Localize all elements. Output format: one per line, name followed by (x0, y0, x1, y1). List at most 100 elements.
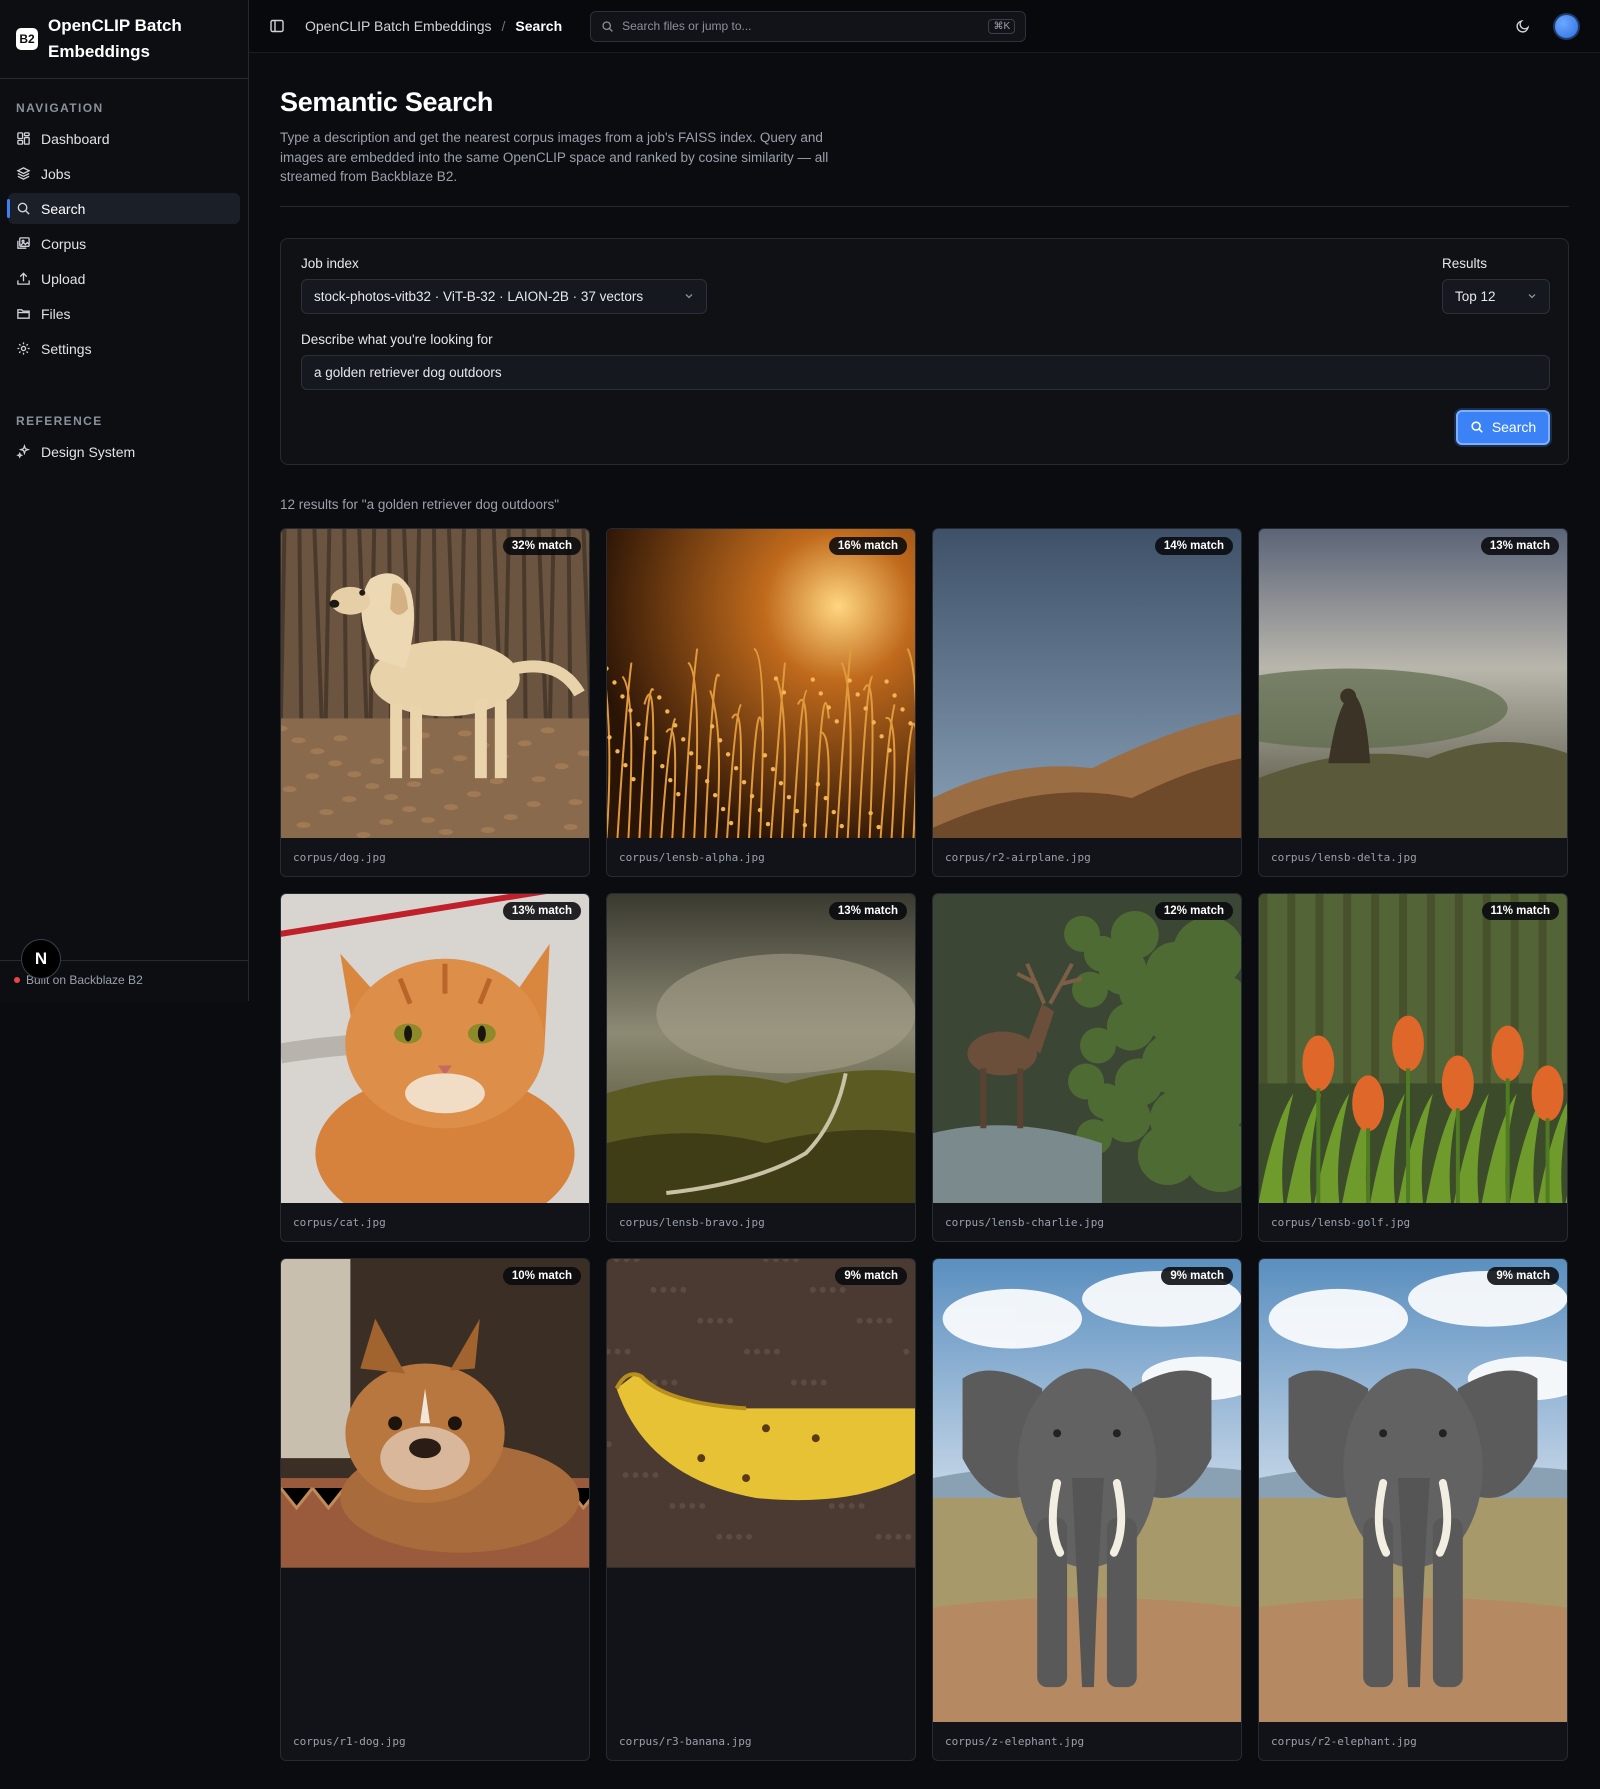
brand[interactable]: B2 OpenCLIP Batch Embeddings (0, 0, 248, 79)
result-filename: corpus/r3-banana.jpg (619, 1734, 752, 1748)
job-index-value: stock-photos-vitb32 · ViT-B-32 · LAION-2… (314, 288, 644, 304)
match-badge: 9% match (1161, 1266, 1233, 1285)
command-search-placeholder: Search files or jump to... (622, 19, 752, 33)
match-badge: 13% match (1480, 536, 1559, 555)
layers-icon (16, 167, 31, 180)
result-card[interactable]: 10% match corpus/r1-dog.jpg (280, 1257, 590, 1761)
results-select[interactable]: Top 12 (1442, 278, 1550, 314)
result-card[interactable]: 13% match corpus/lensb-bravo.jpg (606, 892, 916, 1242)
sidebar-item-upload[interactable]: Upload (8, 263, 240, 294)
results-label: Results (1442, 255, 1488, 271)
search-icon (17, 202, 30, 215)
chevron-down-icon (685, 294, 693, 299)
match-badge: 12% match (1154, 901, 1233, 920)
breadcrumb-root[interactable]: OpenCLIP Batch Embeddings (305, 18, 492, 34)
status-dot (14, 977, 20, 983)
query-input[interactable] (301, 354, 1550, 390)
dev-tools-badge[interactable]: N (21, 939, 61, 979)
images-icon (17, 237, 30, 249)
result-card[interactable]: 13% match corpus/cat.jpg (280, 892, 590, 1242)
result-filename: corpus/r1-dog.jpg (293, 1734, 406, 1748)
result-image (607, 893, 915, 1203)
result-card[interactable]: 13% match corpus/lensb-delta.jpg (1258, 527, 1568, 877)
results-value: Top 12 (1455, 288, 1496, 304)
search-button-label: Search (1491, 419, 1537, 435)
folder-icon (17, 309, 30, 319)
result-filename: corpus/lensb-bravo.jpg (619, 1215, 765, 1229)
result-card[interactable]: 12% match corpus/lensb-charlie.jpg (932, 892, 1242, 1242)
result-card[interactable]: 9% match corpus/r3-banana.jpg (606, 1257, 916, 1761)
sidebar-item-label: Jobs (41, 165, 71, 182)
result-filename: corpus/r2-airplane.jpg (945, 850, 1091, 864)
result-card[interactable]: 9% match corpus/z-elephant.jpg (932, 1257, 1242, 1761)
sidebar-item-label: Corpus (41, 235, 87, 252)
brand-logo: B2 (16, 28, 38, 50)
search-button[interactable]: Search (1456, 409, 1550, 445)
sidebar: B2 OpenCLIP Batch Embeddings NAVIGATION … (0, 0, 249, 1001)
result-image (1259, 528, 1567, 838)
result-card[interactable]: 9% match corpus/r2-elephant.jpg (1258, 1257, 1568, 1761)
result-card[interactable]: 14% match corpus/r2-airplane.jpg (932, 527, 1242, 877)
result-filename: corpus/z-elephant.jpg (945, 1734, 1085, 1748)
sidebar-item-label: Search (41, 200, 86, 217)
match-badge: 13% match (502, 901, 581, 920)
sidebar-item-jobs[interactable]: Jobs (8, 158, 240, 189)
topbar: OpenCLIP Batch Embeddings / Search Searc… (249, 0, 1600, 53)
breadcrumb: OpenCLIP Batch Embeddings / Search (305, 18, 562, 34)
avatar[interactable] (1553, 12, 1580, 40)
results-grid: 32% match corpus/dog.jpg 16% match corpu… (280, 527, 1569, 1777)
moon-icon[interactable] (1515, 18, 1531, 34)
result-card[interactable]: 11% match corpus/lensb-golf.jpg (1258, 892, 1568, 1242)
gear-icon (17, 342, 30, 355)
match-badge: 32% match (502, 536, 581, 555)
result-filename: corpus/lensb-charlie.jpg (945, 1215, 1104, 1229)
match-badge: 11% match (1481, 901, 1559, 920)
result-image (933, 893, 1241, 1203)
sidebar-item-search[interactable]: Search (7, 193, 240, 224)
sidebar-item-label: Design System (41, 443, 136, 460)
match-badge: 16% match (828, 536, 907, 555)
results-count: 12 results for "a golden retriever dog o… (280, 496, 559, 512)
sidebar-item-files[interactable]: Files (8, 298, 240, 329)
breadcrumb-separator: / (501, 18, 506, 34)
result-image (281, 528, 589, 838)
sidebar-item-design-system[interactable]: Design System (8, 436, 240, 467)
result-card[interactable]: 32% match corpus/dog.jpg (280, 527, 590, 877)
sidebar-item-label: Settings (41, 340, 92, 357)
sidebar-item-label: Files (41, 305, 71, 322)
upload-icon (17, 272, 30, 285)
reference-heading: REFERENCE (16, 414, 103, 428)
result-image (1259, 1258, 1567, 1722)
job-index-select[interactable]: stock-photos-vitb32 · ViT-B-32 · LAION-2… (301, 278, 707, 314)
search-form: Job index stock-photos-vitb32 · ViT-B-32… (280, 237, 1569, 465)
page-description: Type a description and get the nearest c… (280, 130, 829, 184)
page-title: Semantic Search (280, 87, 494, 117)
result-image (281, 893, 589, 1203)
result-filename: corpus/dog.jpg (293, 850, 386, 864)
result-image (1259, 893, 1567, 1203)
command-search[interactable]: Search files or jump to... ⌘K (590, 10, 1027, 42)
breadcrumb-current: Search (515, 18, 563, 34)
sidebar-item-label: Dashboard (41, 130, 110, 147)
divider (280, 205, 1569, 207)
chevron-down-icon (1528, 294, 1536, 299)
result-image (607, 528, 915, 838)
shortcut-hint: ⌘K (988, 18, 1016, 34)
sidebar-item-label: Upload (41, 270, 86, 287)
sidebar-item-settings[interactable]: Settings (8, 333, 240, 364)
sidebar-item-dashboard[interactable]: Dashboard (8, 123, 240, 154)
match-badge: 9% match (835, 1266, 907, 1285)
dashboard-icon (17, 132, 30, 145)
sidebar-item-corpus[interactable]: Corpus (8, 228, 240, 259)
search-icon (1471, 421, 1483, 433)
result-image (607, 1258, 915, 1722)
sidebar-toggle-icon[interactable] (269, 18, 285, 34)
query-label: Describe what you're looking for (301, 331, 493, 347)
result-card[interactable]: 16% match corpus/lensb-alpha.jpg (606, 527, 916, 877)
main-content: Semantic Search Type a description and g… (249, 53, 1600, 1777)
nav-heading: NAVIGATION (16, 101, 104, 115)
result-filename: corpus/cat.jpg (293, 1215, 386, 1229)
match-badge: 9% match (1487, 1266, 1559, 1285)
result-filename: corpus/lensb-golf.jpg (1271, 1215, 1411, 1229)
result-image (281, 1258, 589, 1722)
